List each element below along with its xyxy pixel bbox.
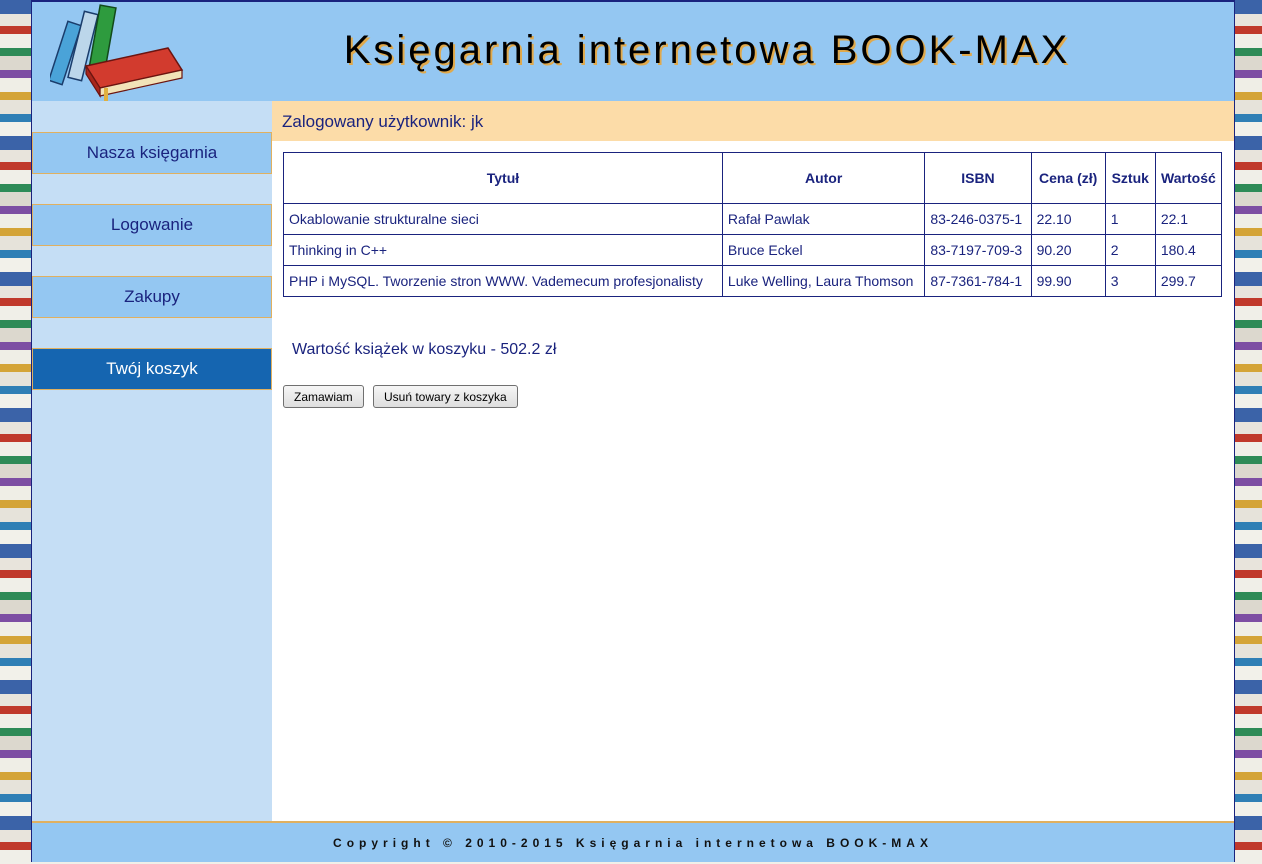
cell-value: 299.7	[1154, 265, 1223, 297]
cell-author: Rafał Pawlak	[721, 203, 926, 235]
cell-price: 99.90	[1030, 265, 1106, 297]
sidebar: Nasza księgarnia Logowanie Zakupy Twój k…	[32, 101, 272, 821]
footer-copyright: Copyright © 2010-2015 Księgarnia interne…	[32, 821, 1234, 862]
sidebar-item-twoj-koszyk[interactable]: Twój koszyk	[32, 348, 272, 390]
page-container: Księgarnia internetowa BOOK-MAX Nasza ks…	[31, 0, 1235, 862]
order-button[interactable]: Zamawiam	[283, 385, 364, 408]
cell-price: 22.10	[1030, 203, 1106, 235]
site-title: Księgarnia internetowa BOOK-MAX	[343, 28, 1071, 72]
logged-user-bar: Zalogowany użytkownik: jk	[272, 101, 1234, 141]
cell-author: Bruce Eckel	[721, 234, 926, 266]
cell-isbn: 83-246-0375-1	[924, 203, 1032, 235]
cell-title: Thinking in C++	[283, 234, 723, 266]
table-row: Thinking in C++ Bruce Eckel 83-7197-709-…	[283, 234, 1223, 266]
cell-isbn: 83-7197-709-3	[924, 234, 1032, 266]
main-content: Zalogowany użytkownik: jk Tytuł Autor IS…	[272, 101, 1234, 821]
column-header-author: Autor	[721, 152, 926, 204]
cell-title: PHP i MySQL. Tworzenie stron WWW. Vademe…	[283, 265, 723, 297]
cell-price: 90.20	[1030, 234, 1106, 266]
remove-items-button[interactable]: Usuń towary z koszyka	[373, 385, 518, 408]
cell-quantity: 3	[1104, 265, 1156, 297]
sidebar-item-zakupy[interactable]: Zakupy	[32, 276, 272, 318]
books-icon	[50, 4, 184, 102]
cart-table: Tytuł Autor ISBN Cena (zł) Sztuk Wartość…	[283, 152, 1223, 297]
column-header-quantity: Sztuk	[1104, 152, 1156, 204]
column-header-isbn: ISBN	[924, 152, 1032, 204]
sidebar-item-logowanie[interactable]: Logowanie	[32, 204, 272, 246]
cell-isbn: 87-7361-784-1	[924, 265, 1032, 297]
column-header-value: Wartość	[1154, 152, 1223, 204]
column-header-price: Cena (zł)	[1030, 152, 1106, 204]
cell-quantity: 2	[1104, 234, 1156, 266]
table-header-row: Tytuł Autor ISBN Cena (zł) Sztuk Wartość	[283, 152, 1223, 204]
cell-value: 180.4	[1154, 234, 1223, 266]
table-row: Okablowanie strukturalne sieci Rafał Paw…	[283, 203, 1223, 235]
cell-value: 22.1	[1154, 203, 1223, 235]
cell-title: Okablowanie strukturalne sieci	[283, 203, 723, 235]
header: Księgarnia internetowa BOOK-MAX	[32, 0, 1234, 102]
column-header-title: Tytuł	[283, 152, 723, 204]
cell-author: Luke Welling, Laura Thomson	[721, 265, 926, 297]
table-row: PHP i MySQL. Tworzenie stron WWW. Vademe…	[283, 265, 1223, 297]
cell-quantity: 1	[1104, 203, 1156, 235]
sidebar-item-nasza-ksiegarnia[interactable]: Nasza księgarnia	[32, 132, 272, 174]
cart-total: Wartość książek w koszyku - 502.2 zł	[292, 341, 557, 358]
